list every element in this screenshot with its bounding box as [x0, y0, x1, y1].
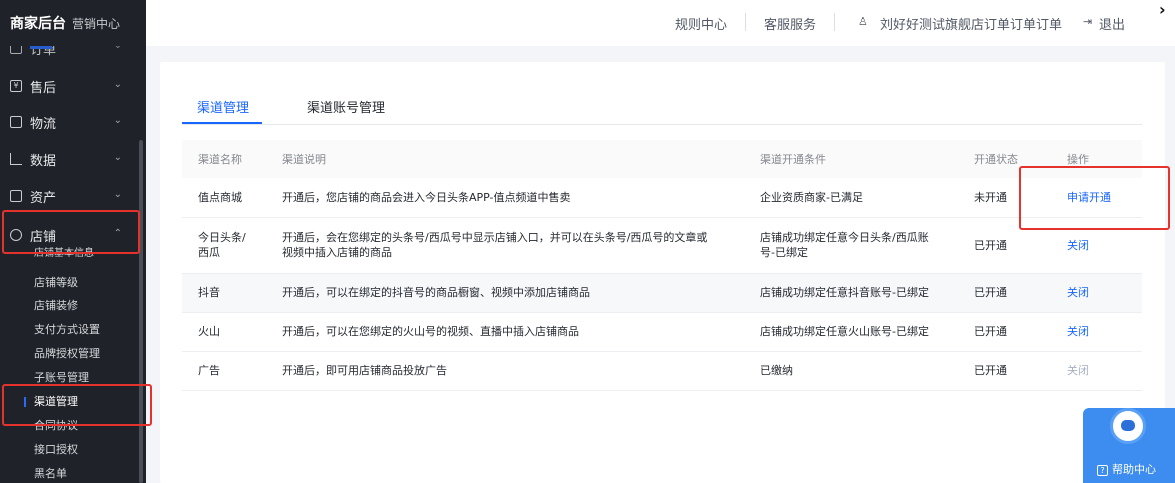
col-header-name: 渠道名称	[182, 140, 266, 178]
cell-condition: 已缴纳	[744, 351, 958, 391]
table-row: 广告 开通后，即可用店铺商品投放广告 已缴纳 已开通 关闭	[182, 351, 1142, 391]
col-header-condition: 渠道开通条件	[744, 140, 958, 178]
robot-icon	[1110, 408, 1146, 444]
cell-condition: 企业资质商家-已满足	[744, 178, 958, 218]
cell-name: 抖音	[182, 273, 266, 313]
sidebar-sub-store-level[interactable]: 店铺等级	[34, 272, 78, 294]
brand-title: 商家后台	[10, 16, 66, 32]
chevron-down-icon: ⌄	[113, 115, 122, 126]
sidebar-item-after-sales[interactable]: ¥ 售后 ⌄	[0, 68, 140, 104]
logout-icon: ⇥	[1083, 15, 1093, 28]
customer-service-link[interactable]: 客服服务	[764, 14, 816, 33]
close-channel-link-disabled[interactable]: 关闭	[1067, 364, 1089, 377]
table-row: 今日头条/西瓜 开通后，会在您绑定的头条号/西瓜号中显示店铺入口，并可以在头条号…	[182, 217, 1142, 274]
cell-desc: 开通后，您店铺的商品会进入今日头条APP-值点频道中售卖	[266, 178, 744, 218]
brand-header: 商家后台 营销中心	[0, 0, 146, 46]
help-center-label-wrap: ? 帮助中心	[1097, 461, 1156, 477]
cell-condition: 店铺成功绑定任意火山账号-已绑定	[744, 312, 958, 352]
help-center-label: 帮助中心	[1112, 463, 1156, 476]
highlight-box-action	[1019, 166, 1170, 230]
table-row: 抖音 开通后，可以在绑定的抖音号的商品橱窗、视频中添加店铺商品 店铺成功绑定任意…	[182, 273, 1142, 313]
cell-status: 已开通	[958, 273, 1051, 313]
chevron-down-icon: ⌄	[113, 79, 122, 90]
user-icon: ♙	[858, 15, 868, 28]
highlight-box-channel	[2, 384, 152, 426]
cell-desc: 开通后，即可用店铺商品投放广告	[266, 351, 744, 391]
sidebar-sub-brand-authorization[interactable]: 品牌授权管理	[34, 343, 100, 365]
sidebar-item-data[interactable]: 数据 ⌄	[0, 141, 140, 177]
sidebar-sub-payment-settings[interactable]: 支付方式设置	[34, 319, 100, 341]
sidebar-scrollbar[interactable]	[139, 140, 143, 483]
divider	[745, 13, 746, 31]
wallet-icon	[10, 190, 22, 202]
chart-icon	[10, 153, 22, 165]
table-row: 值点商城 开通后，您店铺的商品会进入今日头条APP-值点频道中售卖 企业资质商家…	[182, 178, 1142, 218]
brand-subtitle[interactable]: 营销中心	[72, 15, 120, 32]
sidebar-sub-store-decoration[interactable]: 店铺装修	[34, 295, 78, 317]
cell-name: 值点商城	[182, 178, 266, 218]
table-row: 火山 开通后，可以在您绑定的火山号的视频、直播中插入店铺商品 店铺成功绑定任意火…	[182, 312, 1142, 352]
tab-channel-accounts[interactable]: 渠道账号管理	[307, 97, 385, 116]
chevron-down-icon: ⌄	[113, 189, 122, 200]
active-indicator	[30, 46, 52, 49]
truck-icon	[10, 116, 22, 128]
active-tab-indicator	[182, 122, 262, 124]
help-center-widget[interactable]: ? 帮助中心	[1083, 408, 1175, 483]
top-bar: 规则中心 客服服务 ♙ 刘好好测试旗舰店订单订单订单 ⇥ 退出	[146, 0, 1175, 46]
close-channel-link[interactable]: 关闭	[1067, 325, 1089, 338]
close-icon[interactable]: ›	[1159, 0, 1166, 19]
cell-status: 已开通	[958, 351, 1051, 391]
after-sales-icon: ¥	[10, 80, 22, 92]
cell-status: 已开通	[958, 312, 1051, 352]
cell-name: 火山	[182, 312, 266, 352]
cell-name: 今日头条/西瓜	[182, 217, 266, 274]
cell-action: 关闭	[1051, 312, 1142, 352]
sidebar-item-label: 数据	[30, 153, 57, 169]
rules-center-link[interactable]: 规则中心	[675, 14, 727, 33]
cell-desc: 开通后，会在您绑定的头条号/西瓜号中显示店铺入口，并可以在头条号/西瓜号的文章或…	[266, 217, 744, 274]
tab-channel-management[interactable]: 渠道管理	[197, 97, 249, 116]
sidebar-item-label: 资产	[30, 190, 57, 206]
sidebar-item-label: 物流	[30, 116, 57, 132]
sidebar-sub-api-authorization[interactable]: 接口授权	[34, 439, 78, 461]
col-header-desc: 渠道说明	[266, 140, 744, 178]
question-icon: ?	[1097, 465, 1108, 476]
main-card: 渠道管理 渠道账号管理 渠道名称 渠道说明 渠道开通条件 开通状态 操作 值点商…	[160, 62, 1165, 483]
cell-action: 关闭	[1051, 351, 1142, 391]
cell-desc: 开通后，可以在绑定的抖音号的商品橱窗、视频中添加店铺商品	[266, 273, 744, 313]
cell-condition: 店铺成功绑定任意今日头条/西瓜账号-已绑定	[744, 217, 958, 274]
sidebar-item-label: 售后	[30, 80, 57, 96]
cell-name: 广告	[182, 351, 266, 391]
chevron-down-icon: ⌄	[113, 152, 122, 163]
sidebar-item-assets[interactable]: 资产 ⌄	[0, 178, 140, 214]
logout-link[interactable]: 退出	[1099, 14, 1125, 33]
highlight-box-store	[2, 210, 140, 254]
tab-bar: 渠道管理 渠道账号管理	[182, 89, 1142, 125]
sidebar-sub-blacklist[interactable]: 黑名单	[34, 463, 67, 483]
cell-condition: 店铺成功绑定任意抖音账号-已绑定	[744, 273, 958, 313]
user-name[interactable]: 刘好好测试旗舰店订单订单订单	[880, 14, 1062, 33]
table-header-row: 渠道名称 渠道说明 渠道开通条件 开通状态 操作	[182, 140, 1142, 178]
divider	[834, 13, 835, 31]
sidebar-item-logistics[interactable]: 物流 ⌄	[0, 104, 140, 140]
cell-action: 关闭	[1051, 273, 1142, 313]
close-channel-link[interactable]: 关闭	[1067, 286, 1089, 299]
cell-desc: 开通后，可以在您绑定的火山号的视频、直播中插入店铺商品	[266, 312, 744, 352]
channel-table: 渠道名称 渠道说明 渠道开通条件 开通状态 操作 值点商城 开通后，您店铺的商品…	[182, 140, 1142, 391]
close-channel-link[interactable]: 关闭	[1067, 239, 1089, 252]
